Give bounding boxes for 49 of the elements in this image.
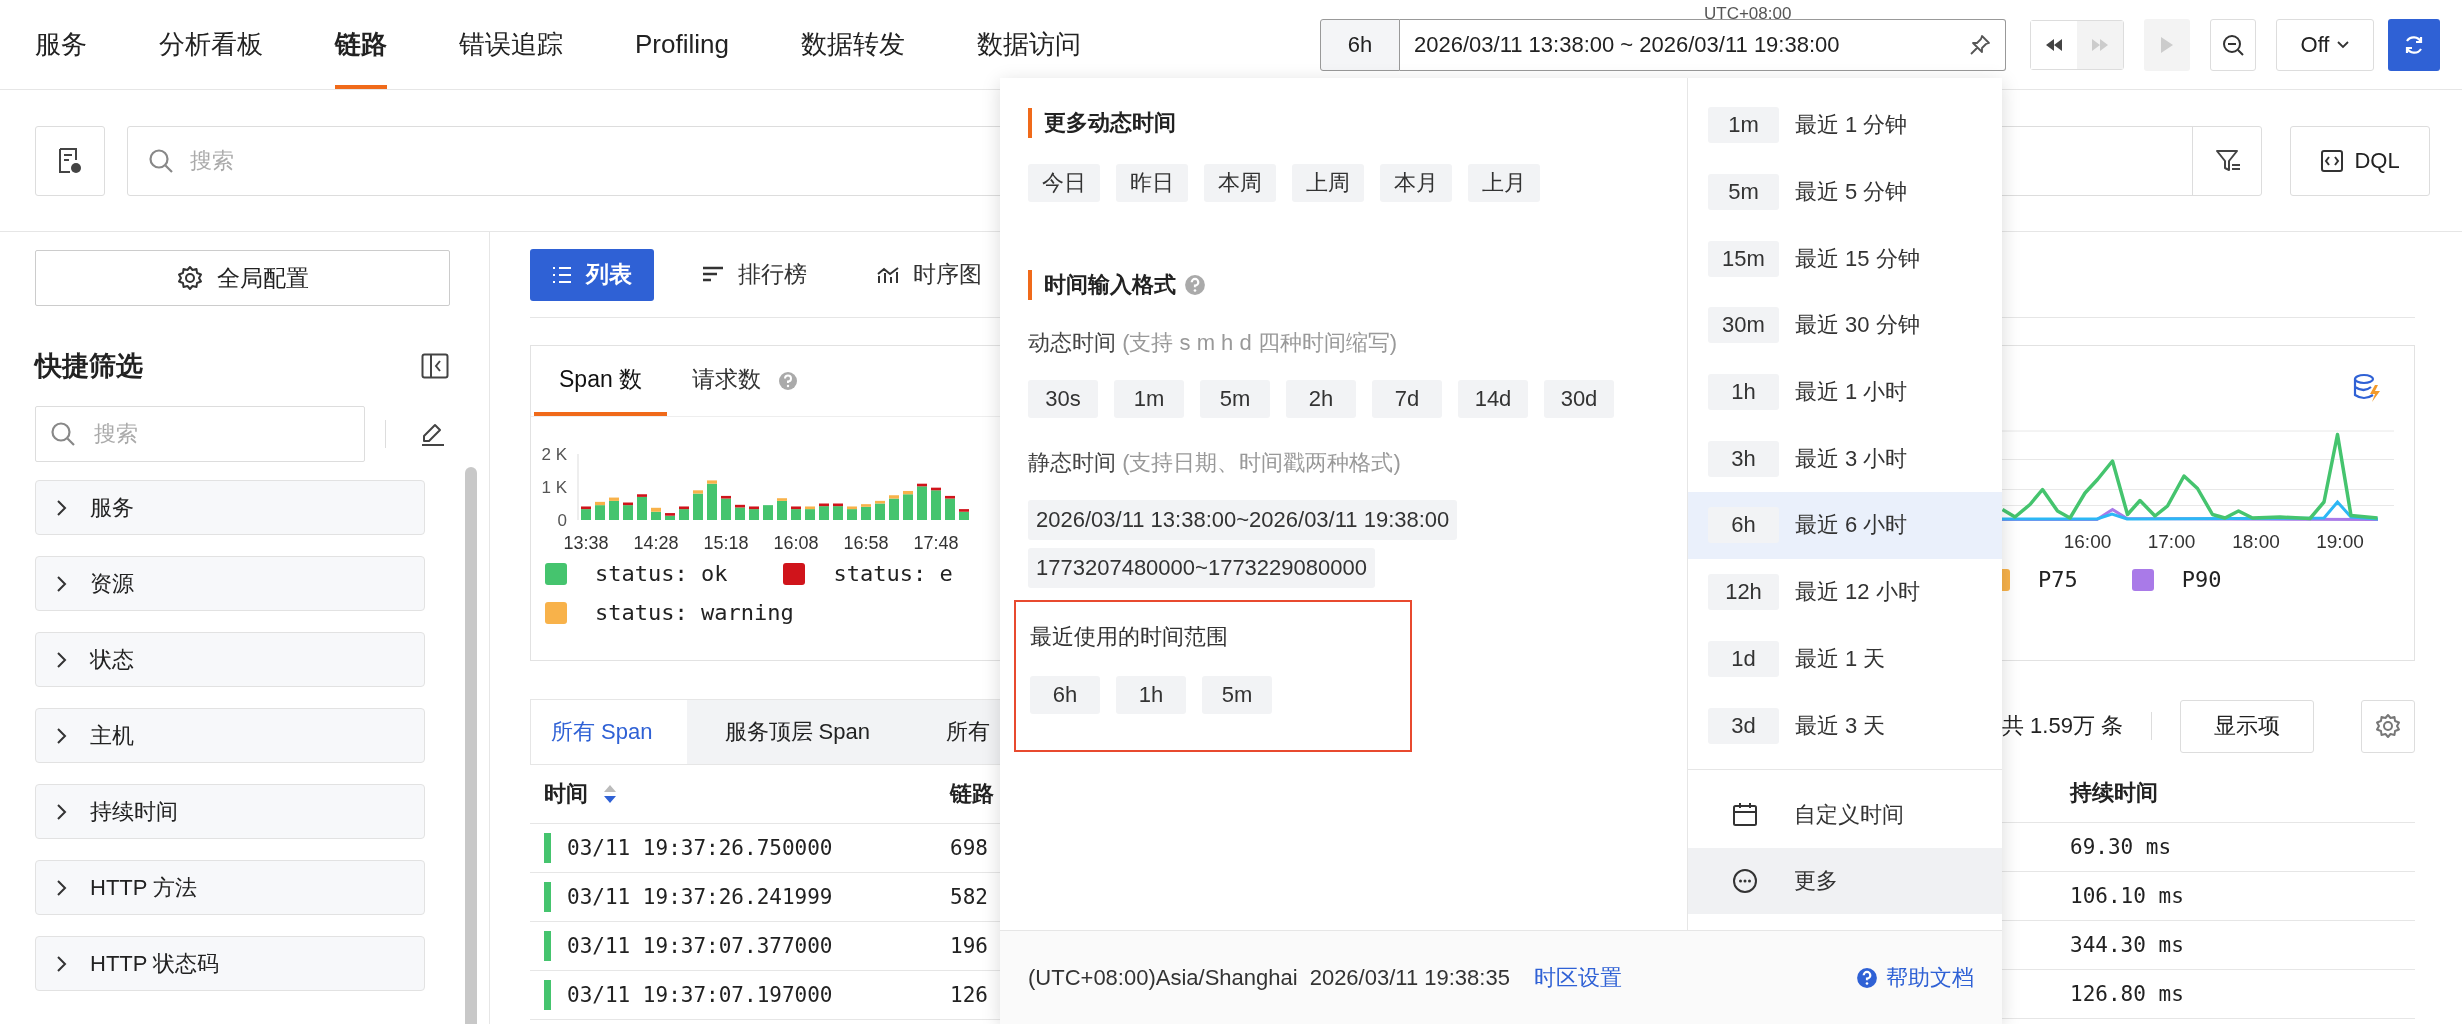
x-axis-label: 14:28 (633, 533, 679, 553)
sidebar-title: 快捷筛选 (35, 350, 143, 383)
x-axis-label: 17:48 (913, 533, 959, 553)
total-count: 共 1.59万 条 (2002, 712, 2124, 740)
current-time: 2026/03/11 19:38:35 (1309, 964, 1510, 991)
x-axis-label: 17:00 (2146, 531, 2197, 553)
table-cell: 03/11 19:37:07.197000 (567, 983, 833, 1007)
legend-label: P75 (2038, 567, 2078, 592)
timezone-text: (UTC+08:00)Asia/Shanghai (1028, 964, 1298, 991)
range-shortcut: 6h (1708, 507, 1779, 544)
y-axis-label: 2 K (541, 445, 567, 464)
table-cell: 03/11 19:37:07.377000 (567, 934, 833, 958)
legend-label: status: ok (595, 561, 728, 586)
table-cell: 03/11 19:37:26.241999 (567, 885, 833, 909)
x-axis-label: 18:00 (2231, 531, 2281, 553)
table-cell: 582 (950, 885, 988, 909)
format-description: 静态时间 (支持日期、时间戳两种格式) (1028, 449, 1402, 477)
x-axis-label: 19:00 (2315, 531, 2365, 553)
format-description: 动态时间 (支持 s m h d 四种时间缩写) (1028, 329, 1399, 357)
range-shortcut: 3d (1708, 707, 1779, 744)
x-axis-label: 16:08 (773, 533, 819, 553)
legend-label: status: warning (595, 600, 794, 625)
table-cell: 344.30 ms (2070, 933, 2184, 957)
table-cell: 126.80 ms (2070, 982, 2184, 1006)
table-cell: 196 (950, 934, 988, 958)
range-shortcut: 15m (1708, 240, 1779, 277)
legend-label: status: e (833, 561, 953, 586)
section-title: 最近使用的时间范围 (1030, 623, 1229, 651)
table-cell: 698 (950, 836, 988, 860)
section-title: 更多动态时间 (1028, 108, 1687, 138)
range-shortcut: 3h (1708, 440, 1779, 477)
range-shortcut: 1m (1708, 107, 1779, 144)
range-shortcut: 12h (1708, 574, 1779, 611)
x-axis-label: 15:18 (703, 533, 749, 553)
table-cell: 03/11 19:37:26.750000 (567, 836, 833, 860)
table-cell: 106.10 ms (2070, 884, 2184, 908)
y-axis-label: 0 (557, 511, 567, 530)
x-axis-label: 16:58 (843, 533, 889, 553)
legend-label: P90 (2181, 567, 2222, 592)
x-axis-label: 13:38 (563, 533, 609, 553)
section-title: 时间输入格式 (1044, 271, 1176, 299)
x-axis-label: 16:00 (2062, 531, 2113, 553)
range-shortcut: 1h (1708, 374, 1779, 411)
range-shortcut: 5m (1708, 174, 1779, 211)
range-shortcut: 1d (1708, 640, 1779, 677)
y-axis-label: 1 K (541, 478, 567, 497)
table-cell: 126 (950, 983, 988, 1007)
table-cell: 69.30 ms (2070, 835, 2172, 859)
range-shortcut: 30m (1708, 307, 1779, 344)
